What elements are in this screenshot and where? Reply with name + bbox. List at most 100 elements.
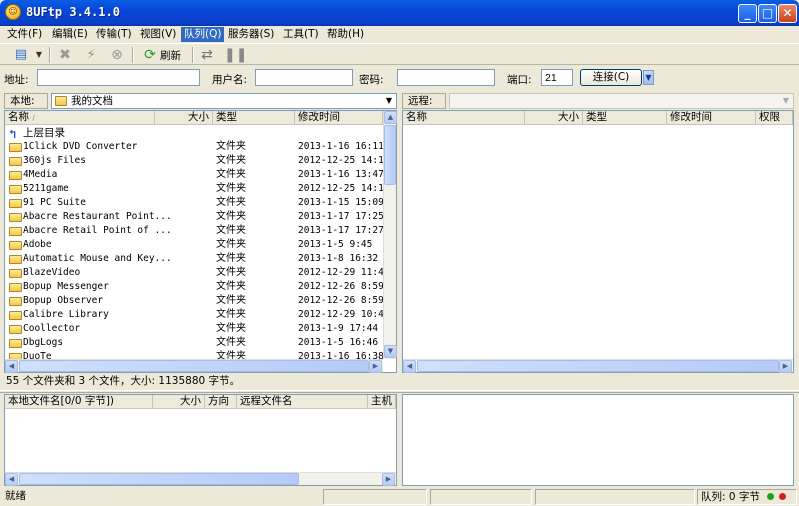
table-row[interactable]: 1Click DVD Converter 文件夹 2013-1-16 16:11 [5, 140, 383, 154]
minimize-button[interactable]: _ [738, 4, 757, 23]
queue-col-size[interactable]: 大小 [153, 395, 205, 409]
status-cell [323, 489, 427, 505]
port-label: 端口: [507, 74, 532, 86]
password-input[interactable] [397, 69, 495, 86]
file-name: Bopup Messenger [23, 281, 109, 292]
remote-horizontal-scrollbar[interactable]: ◀ ▶ [403, 359, 793, 373]
file-name: 1Click DVD Converter [23, 141, 138, 152]
menu-view[interactable]: 视图(V) [137, 27, 179, 42]
menu-bar: 文件(F) 编辑(E) 传输(T) 视图(V) 队列(Q) 服务器(S) 工具(… [0, 26, 799, 43]
table-row[interactable]: 4Media 文件夹 2013-1-16 13:47 [5, 168, 383, 182]
title-bar[interactable]: ☺ 8UFtp 3.4.1.0 _ □ ✕ [0, 0, 799, 26]
scroll-right-icon[interactable]: ▶ [382, 473, 395, 486]
file-name: Bopup Observer [23, 295, 104, 306]
menu-queue[interactable]: 队列(Q) [181, 27, 225, 42]
close-button[interactable]: ✕ [778, 4, 797, 23]
remote-col-modified[interactable]: 修改时间 [667, 111, 756, 125]
folder-icon [9, 255, 22, 264]
address-input[interactable] [37, 69, 200, 86]
table-row[interactable]: Coollector 文件夹 2013-1-9 17:44 [5, 322, 383, 336]
local-col-name[interactable]: 名称 / [5, 111, 155, 125]
local-col-type[interactable]: 类型 [213, 111, 295, 125]
toolbar-separator [192, 47, 194, 63]
file-type: 文件夹 [216, 183, 246, 194]
stop-icon[interactable]: ⊗ [108, 46, 126, 64]
table-row[interactable]: Abacre Retail Point of ... 文件夹 2013-1-17 1… [5, 224, 383, 238]
local-path-label: 本地: [4, 93, 48, 109]
file-modified: 2013-1-5 9:45 [298, 239, 373, 250]
remote-path-combo[interactable]: ▼ [449, 93, 794, 109]
local-path-combo[interactable]: 我的文档 ▼ [51, 93, 397, 109]
menu-edit[interactable]: 编辑(E) [49, 27, 91, 42]
scroll-right-icon[interactable]: ▶ [369, 360, 382, 373]
up-directory-row[interactable]: ↰ 上层目录 [5, 126, 383, 141]
scroll-thumb[interactable] [19, 360, 369, 372]
file-type: 文件夹 [216, 253, 246, 264]
queue-col-remote-file[interactable]: 远程文件名 [237, 395, 368, 409]
refresh-label[interactable]: 刷新 [160, 48, 181, 63]
scroll-thumb[interactable] [384, 125, 396, 185]
table-row[interactable]: Calibre Library 文件夹 2012-12-29 10:49 [5, 308, 383, 322]
scroll-right-icon[interactable]: ▶ [779, 360, 792, 373]
folder-icon [9, 171, 22, 180]
scroll-down-icon[interactable]: ▼ [384, 345, 397, 358]
remote-col-name[interactable]: 名称 [403, 111, 525, 125]
table-row[interactable]: 5211game 文件夹 2012-12-25 14:12 [5, 182, 383, 196]
scroll-left-icon[interactable]: ◀ [403, 360, 416, 373]
menu-help[interactable]: 帮助(H) [324, 27, 367, 42]
username-input[interactable] [255, 69, 353, 86]
remote-col-permissions[interactable]: 权限 [756, 111, 793, 125]
queue-list[interactable]: 本地文件名[0/0 字节]) 大小 方向 远程文件名 主机 ◀ ▶ [4, 394, 397, 486]
scroll-up-icon[interactable]: ▲ [384, 111, 397, 124]
local-col-size[interactable]: 大小 [155, 111, 213, 125]
queue-horizontal-scrollbar[interactable]: ◀ ▶ [5, 472, 396, 486]
file-name: 360js Files [23, 155, 86, 166]
remote-col-size[interactable]: 大小 [525, 111, 583, 125]
scroll-left-icon[interactable]: ◀ [5, 360, 18, 373]
remote-col-type[interactable]: 类型 [583, 111, 667, 125]
table-row[interactable]: BlazeVideo 文件夹 2012-12-29 11:41 [5, 266, 383, 280]
chevron-down-icon[interactable]: ▼ [34, 46, 44, 64]
status-cell [430, 489, 532, 505]
transfer-icon[interactable]: ⇄ [198, 46, 216, 64]
maximize-button[interactable]: □ [758, 4, 777, 23]
table-row[interactable]: Bopup Messenger 文件夹 2012-12-26 8:59 [5, 280, 383, 294]
scroll-thumb[interactable] [417, 360, 779, 372]
local-horizontal-scrollbar[interactable]: ◀ ▶ [5, 359, 383, 373]
pause-icon[interactable]: ❚❚ [224, 46, 247, 64]
refresh-icon[interactable]: ⟳ [141, 46, 159, 64]
chevron-down-icon[interactable]: ▼ [779, 94, 793, 108]
remote-file-list[interactable]: 名称 大小 类型 修改时间 权限 ◀ ▶ [402, 110, 794, 373]
lightning-icon[interactable]: ⚡ [82, 46, 100, 64]
log-panel[interactable] [402, 394, 794, 486]
table-row[interactable]: Adobe 文件夹 2013-1-5 9:45 [5, 238, 383, 252]
scroll-left-icon[interactable]: ◀ [5, 473, 18, 486]
connect-dropdown-icon[interactable]: ▼ [643, 70, 654, 85]
horizontal-splitter[interactable] [0, 390, 799, 393]
table-row[interactable]: Bopup Observer 文件夹 2012-12-26 8:59 [5, 294, 383, 308]
queue-col-direction[interactable]: 方向 [205, 395, 237, 409]
menu-transfer[interactable]: 传输(T) [93, 27, 135, 42]
table-row[interactable]: 91 PC Suite 文件夹 2013-1-15 15:09 [5, 196, 383, 210]
local-status-text: 55 个文件夹和 3 个文件，大小: 1135880 字节。 [6, 375, 241, 387]
queue-col-host[interactable]: 主机 [368, 395, 396, 409]
local-col-modified[interactable]: 修改时间 [295, 111, 383, 125]
port-input[interactable] [541, 69, 573, 86]
table-row[interactable]: 360js Files 文件夹 2012-12-25 14:14 [5, 154, 383, 168]
local-path-value: 我的文档 [71, 95, 113, 107]
connect-button[interactable]: 连接(C) [580, 69, 642, 86]
table-row[interactable]: Abacre Restaurant Point... 文件夹 2013-1-17 1… [5, 210, 383, 224]
menu-file[interactable]: 文件(F) [4, 27, 45, 42]
queue-col-local-file[interactable]: 本地文件名[0/0 字节]) [5, 395, 153, 409]
menu-tools[interactable]: 工具(T) [280, 27, 322, 42]
table-row[interactable]: DbgLogs 文件夹 2013-1-5 16:46 [5, 336, 383, 350]
menu-server[interactable]: 服务器(S) [225, 27, 277, 42]
site-manager-icon[interactable]: ▤ [12, 46, 30, 64]
local-file-list[interactable]: 名称 / 大小 类型 修改时间 ↰ 上层目录 1Click DVD Conver… [4, 110, 397, 373]
chevron-down-icon[interactable]: ▼ [382, 94, 396, 108]
local-vertical-scrollbar[interactable]: ▲ ▼ [383, 111, 397, 359]
table-row[interactable]: DuoTe 文件夹 2013-1-16 16:38 [5, 350, 383, 359]
scroll-thumb[interactable] [19, 473, 299, 485]
table-row[interactable]: Automatic Mouse and Key... 文件夹 2013-1-8 16… [5, 252, 383, 266]
disconnect-icon[interactable]: ✖ [56, 46, 74, 64]
